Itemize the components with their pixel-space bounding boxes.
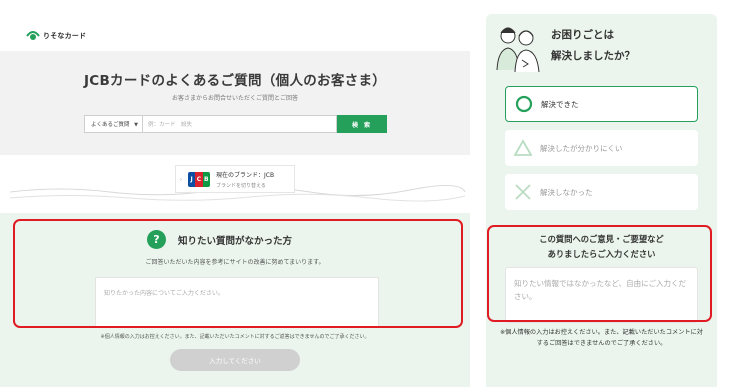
highlight-box-right [487, 225, 712, 322]
comment-note: ※個人情報の入力はお控えください。また、記載いただいたコメントに対するご回答はで… [500, 329, 703, 347]
search-input[interactable]: 例：カード 紛失 [143, 115, 337, 133]
survey-title: お困りごとは 解決しましたか？ [551, 25, 635, 67]
logo-text: りそなカード [43, 31, 87, 40]
jcb-logo-icon: J C B [188, 171, 210, 187]
search-category-select[interactable]: よくあるご質問 ▼ [84, 115, 143, 133]
faq-hero: JCBカードのよくあるご質問（個人のお客さま） お客さまからお問合せいただくご質… [0, 51, 470, 155]
expand-icon: › [180, 177, 182, 183]
option-resolved-label: 解決できた [541, 99, 579, 109]
option-resolved-unclear[interactable]: 解決したが分かりにくい [505, 130, 698, 166]
page: りそなカード JCBカードのよくあるご質問（個人のお客さま） お客さまからお問合… [0, 0, 731, 387]
option-not-resolved-label: 解決しなかった [540, 187, 593, 197]
brand-switch-link[interactable]: ブランドを切り替える [216, 182, 274, 189]
option-resolved[interactable]: 解決できた [505, 86, 698, 122]
resona-logo-icon [26, 31, 40, 40]
feedback-note: ※個人情報の入力はお控えください。また、記載いただいたコメントに対するご返答はで… [100, 334, 370, 340]
highlight-box-left [13, 219, 463, 328]
circle-icon [515, 95, 533, 113]
survey-title-line1: お困りごとは [551, 29, 614, 41]
search-button[interactable]: 検 索 [337, 115, 387, 133]
brand-switcher[interactable]: › J C B 現在のブランド：JCB ブランドを切り替える [175, 165, 295, 193]
option-resolved-unclear-label: 解決したが分かりにくい [540, 143, 623, 153]
chevron-down-icon: ▼ [134, 122, 138, 128]
feedback-submit-button[interactable]: 入力してください [170, 349, 300, 371]
faq-page-panel: りそなカード JCBカードのよくあるご質問（個人のお客さま） お客さまからお問合… [0, 0, 470, 387]
resolution-survey-panel: お困りごとは 解決しましたか？ 解決できた 解決したが分かりにくい 解決しなかっ… [486, 14, 717, 387]
resona-card-logo[interactable]: りそなカード [26, 30, 86, 41]
option-not-resolved[interactable]: 解決しなかった [505, 174, 698, 210]
search-bar: よくあるご質問 ▼ 例：カード 紛失 検 索 [84, 115, 387, 133]
search-input-placeholder: 例：カード 紛失 [148, 122, 193, 128]
people-illustration-icon [496, 27, 540, 73]
cross-icon [514, 183, 532, 201]
search-category-value: よくあるご質問 [91, 122, 130, 128]
survey-title-line2: 解決しましたか？ [551, 50, 635, 62]
page-title: JCBカードのよくあるご質問（個人のお客さま） [83, 73, 387, 89]
brand-text: 現在のブランド：JCB ブランドを切り替える [216, 170, 274, 189]
triangle-icon [514, 139, 532, 157]
page-subtitle: お客さまからお問合せいただくご質問とご回答 [171, 95, 298, 102]
current-brand: 現在のブランド：JCB [216, 171, 275, 179]
